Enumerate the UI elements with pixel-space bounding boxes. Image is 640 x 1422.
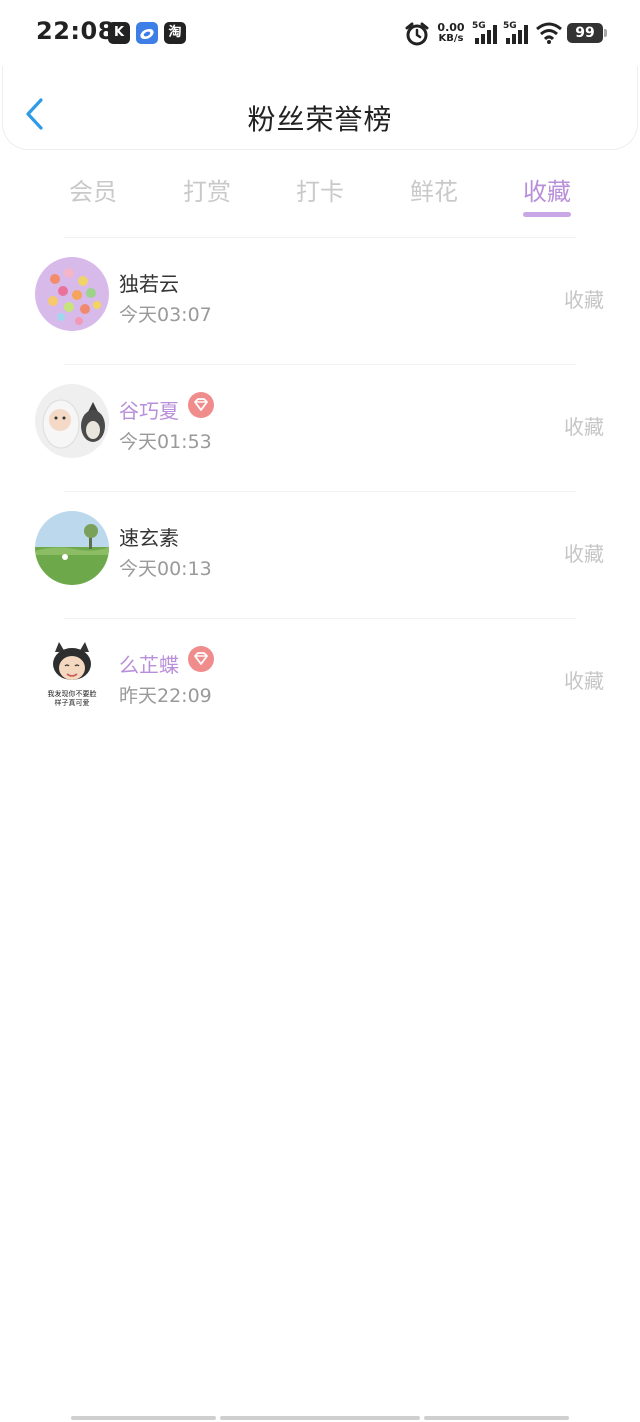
fan-name: 独若云 [119,272,179,296]
fan-time: 今天00:13 [119,558,212,580]
network-speed-value: 0.00 [437,21,465,34]
battery-icon: 99 [567,23,607,43]
diamond-badge-icon [188,392,214,418]
baby-dog-avatar-image [35,384,109,458]
svg-text:样子真可爱: 样子真可爱 [55,698,90,707]
cloud-app-icon [136,22,158,44]
favorite-action-label: 收藏 [564,288,604,312]
fan-name: 么芷蝶 [119,653,179,677]
fan-time: 昨天22:09 [119,685,212,707]
fan-list: 独若云 今天03:07 收藏 谷巧夏 今天01:53 收藏 速玄素 今天00:1… [0,238,640,746]
signal-5g-icon-2: 5G [503,20,531,46]
fan-time: 今天03:07 [119,304,212,326]
fan-time: 今天01:53 [119,431,212,453]
list-item[interactable]: 速玄素 今天00:13 收藏 [0,492,640,619]
svg-text:我发现你不要脸: 我发现你不要脸 [48,689,97,698]
avatar[interactable] [35,257,109,331]
wifi-icon [535,21,563,49]
tab-bar: 会员 打赏 打卡 鲜花 收藏 [36,150,604,240]
battery-level: 99 [567,23,603,43]
home-indicator [71,1416,216,1420]
nav-header: 粉丝荣誉榜 [2,66,638,150]
network-speed: 0.00 KB/s [436,22,466,44]
tab-favorites[interactable]: 收藏 [490,172,604,207]
landscape-avatar-image [35,511,109,585]
list-item[interactable]: 谷巧夏 今天01:53 收藏 [0,365,640,492]
avatar[interactable]: 我发现你不要脸 样子真可爱 [35,638,109,712]
active-tab-indicator [523,212,571,217]
tab-flowers[interactable]: 鲜花 [377,172,491,207]
avatar[interactable] [35,511,109,585]
alarm-icon [404,21,430,51]
home-indicator [424,1416,569,1420]
tab-member[interactable]: 会员 [36,172,150,207]
favorite-action-label: 收藏 [564,415,604,439]
avatar[interactable] [35,384,109,458]
list-item[interactable]: 独若云 今天03:07 收藏 [0,238,640,365]
tab-checkin[interactable]: 打卡 [263,172,377,207]
status-bar: 22:08 K 淘 0.00 KB/s 5G 5G 99 [0,0,640,66]
k-app-icon: K [108,22,130,44]
candy-avatar-image [35,257,109,331]
signal-5g-icon: 5G [472,20,500,46]
fan-name: 速玄素 [119,526,179,550]
list-item[interactable]: 我发现你不要脸 样子真可爱 么芷蝶 昨天22:09 收藏 [0,619,640,746]
status-time: 22:08 [36,17,115,45]
diamond-badge-icon [188,646,214,672]
cat-girl-avatar-image: 我发现你不要脸 样子真可爱 [35,638,109,712]
tab-reward[interactable]: 打赏 [150,172,264,207]
favorite-action-label: 收藏 [564,669,604,693]
network-speed-unit: KB/s [438,33,464,44]
taobao-app-icon: 淘 [164,22,186,44]
fan-name: 谷巧夏 [119,399,179,423]
page-title: 粉丝荣誉榜 [247,103,393,136]
favorite-action-label: 收藏 [564,542,604,566]
home-indicator [220,1416,420,1420]
